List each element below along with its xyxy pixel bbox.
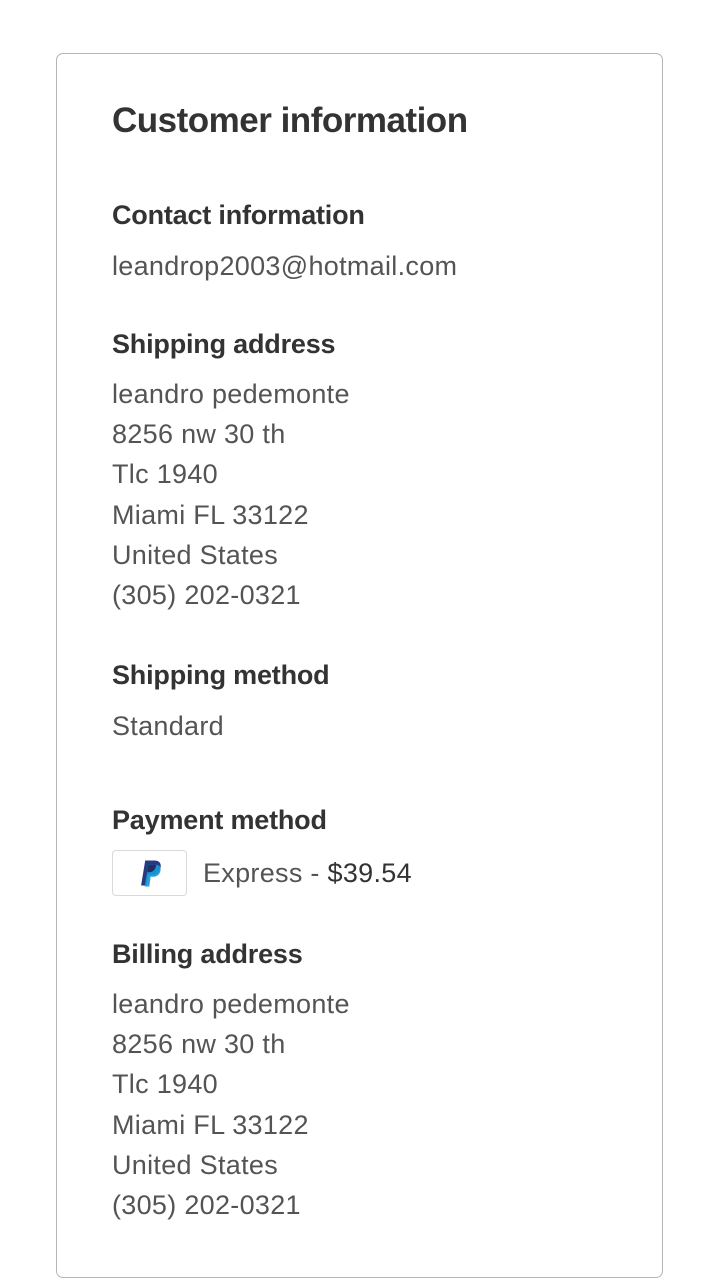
- customer-information-card: Customer information Contact information…: [56, 53, 663, 1278]
- payment-method-section: Payment method Express - $39.54: [112, 803, 412, 897]
- shipping-method-lines: Standard: [112, 706, 329, 746]
- billing-address-lines: leandro pedemonte 8256 nw 30 th Tlc 1940…: [112, 984, 350, 1225]
- paypal-icon: [140, 860, 161, 886]
- shipping-method-heading: Shipping method: [112, 660, 330, 690]
- billing-address-section: Billing address leandro pedemonte 8256 n…: [112, 937, 350, 1225]
- paypal-badge: [112, 850, 187, 896]
- payment-method-row: Express - $39.54: [112, 849, 412, 897]
- shipping-address-lines: leandro pedemonte 8256 nw 30 th Tlc 1940…: [112, 374, 350, 615]
- shipping-address-line2: Tlc 1940: [112, 459, 218, 490]
- billing-address-heading: Billing address: [112, 939, 303, 969]
- shipping-address-city: Miami FL 33122: [112, 499, 309, 530]
- billing-address-street: 8256 nw 30 th: [112, 1029, 286, 1060]
- billing-address-country: United States: [112, 1149, 278, 1180]
- shipping-address-heading: Shipping address: [112, 329, 336, 359]
- billing-address-city: Miami FL 33122: [112, 1109, 309, 1140]
- billing-address-name: leandro pedemonte: [112, 989, 350, 1019]
- shipping-address-street: 8256 nw 30 th: [112, 419, 286, 450]
- billing-address-phone: (305) 202-0321: [112, 1190, 301, 1221]
- contact-information-section: Contact information leandrop2003@hotmail…: [112, 198, 457, 286]
- shipping-method-section: Shipping method Standard: [112, 658, 330, 746]
- card-title: Customer information: [112, 101, 468, 140]
- contact-information-heading: Contact information: [112, 200, 365, 230]
- shipping-address-phone: (305) 202-0321: [112, 580, 301, 611]
- payment-amount: $39.54: [327, 858, 412, 888]
- shipping-address-country: United States: [112, 539, 278, 570]
- billing-address-line2: Tlc 1940: [112, 1069, 218, 1100]
- contact-information-lines: leandrop2003@hotmail.com: [112, 246, 457, 286]
- payment-method-heading: Payment method: [112, 805, 327, 835]
- payment-method-text: Express - $39.54: [203, 853, 412, 893]
- shipping-address-name: leandro pedemonte: [112, 379, 350, 409]
- shipping-address-section: Shipping address leandro pedemonte 8256 …: [112, 327, 350, 615]
- contact-email: leandrop2003@hotmail.com: [112, 251, 458, 281]
- shipping-method-value: Standard: [112, 711, 224, 741]
- payment-method-label: Express -: [203, 858, 328, 888]
